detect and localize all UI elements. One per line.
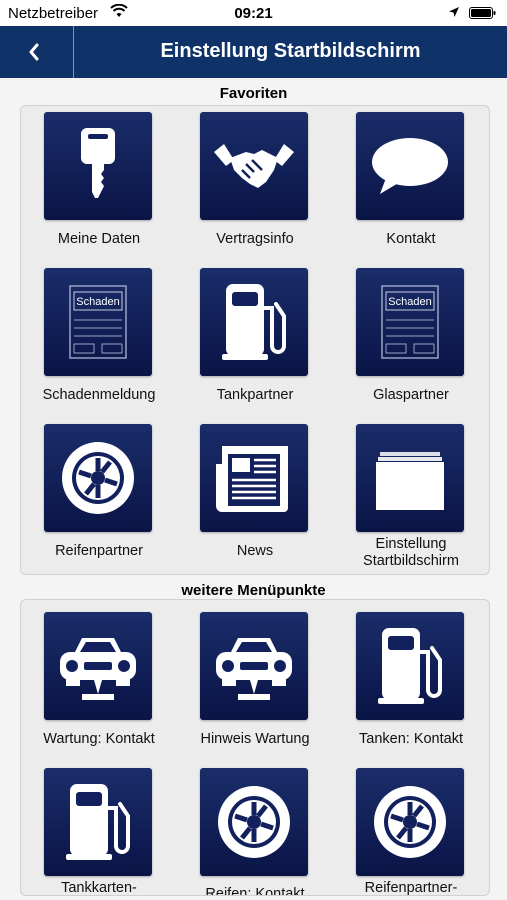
location-arrow-icon (449, 7, 459, 17)
tire-icon (44, 424, 152, 532)
key-icon (44, 112, 152, 220)
tile-tanken-kontakt[interactable]: Tanken: Kontakt (333, 612, 489, 757)
form-title-text: Schaden (76, 296, 119, 308)
battery-icon (469, 7, 496, 19)
tire-icon (200, 768, 308, 876)
tile-label: Reifenpartner (55, 543, 143, 559)
tire-icon (356, 768, 464, 876)
damage-form-icon: Schaden (44, 268, 152, 376)
back-button[interactable] (0, 26, 74, 78)
tile-label: Glaspartner (373, 387, 449, 403)
section-header-more: weitere Menüpunkte (181, 582, 326, 599)
navigation-bar: Einstellung Startbildschirm (0, 26, 507, 78)
tile-label: Kontakt (386, 231, 436, 247)
stacked-cards-icon (356, 424, 464, 532)
chevron-left-icon (29, 43, 39, 61)
tile-tankpartner[interactable]: Tankpartner (177, 268, 333, 413)
tile-label: News (236, 543, 274, 559)
tile-label: Meine Daten (57, 231, 141, 247)
tile-label-line2: Startbildschirm (363, 553, 459, 569)
status-bar: Netzbetreiber 09:21 (0, 0, 507, 26)
tile-wartung-kontakt[interactable]: Wartung: Kontakt (21, 612, 177, 757)
tile-label: Hinweis Wartung (200, 731, 310, 747)
page-title: Einstellung Startbildschirm (160, 40, 421, 62)
clock: 09:21 (234, 5, 273, 22)
newspaper-icon (200, 424, 308, 532)
tile-schadenmeldung[interactable]: Schaden Schadenmeldung (21, 268, 177, 413)
tile-label: Vertragsinfo (216, 231, 294, 247)
tile-label: Tankpartner (216, 387, 294, 403)
favorites-panel: Meine Daten Vertragsinfo Kontakt Schaden… (20, 105, 490, 575)
tile-label: Einstellung Startbildschirm (333, 536, 489, 570)
tile-label: Schadenmeldung (42, 387, 156, 403)
tile-meine-daten[interactable]: Meine Daten (21, 112, 177, 257)
tile-reifenpartner-more[interactable]: Reifenpartner- (333, 768, 489, 895)
handshake-icon (200, 112, 308, 220)
tile-label: Tanken: Kontakt (359, 731, 463, 747)
damage-form-icon: Schaden (356, 268, 464, 376)
tile-einstellung-startbildschirm[interactable]: Einstellung Startbildschirm (333, 424, 489, 569)
tile-reifen-kontakt[interactable]: Reifen: Kontakt (177, 768, 333, 895)
tile-vertragsinfo[interactable]: Vertragsinfo (177, 112, 333, 257)
tile-reifenpartner[interactable]: Reifenpartner (21, 424, 177, 569)
more-panel: Wartung: Kontakt Hinweis Wartung Tanken:… (20, 599, 490, 896)
tile-hinweis-wartung[interactable]: Hinweis Wartung (177, 612, 333, 757)
car-lift-icon (44, 612, 152, 720)
form-title-text: Schaden (388, 296, 431, 308)
fuel-pump-icon (44, 768, 152, 876)
tile-kontakt[interactable]: Kontakt (333, 112, 489, 257)
tile-label: Wartung: Kontakt (43, 731, 155, 747)
section-header-favorites: Favoriten (219, 85, 288, 102)
car-lift-icon (200, 612, 308, 720)
tile-news[interactable]: News (177, 424, 333, 569)
fuel-pump-icon (356, 612, 464, 720)
tile-label: Tankkarten- (61, 880, 137, 896)
fuel-pump-icon (200, 268, 308, 376)
tile-label-line1: Einstellung (375, 536, 447, 552)
tile-tankkarten[interactable]: Tankkarten- (21, 768, 177, 895)
tile-glaspartner[interactable]: Schaden Glaspartner (333, 268, 489, 413)
speech-bubble-icon (356, 112, 464, 220)
tile-label: Reifenpartner- (364, 880, 458, 896)
tile-label: Reifen: Kontakt (205, 886, 305, 896)
